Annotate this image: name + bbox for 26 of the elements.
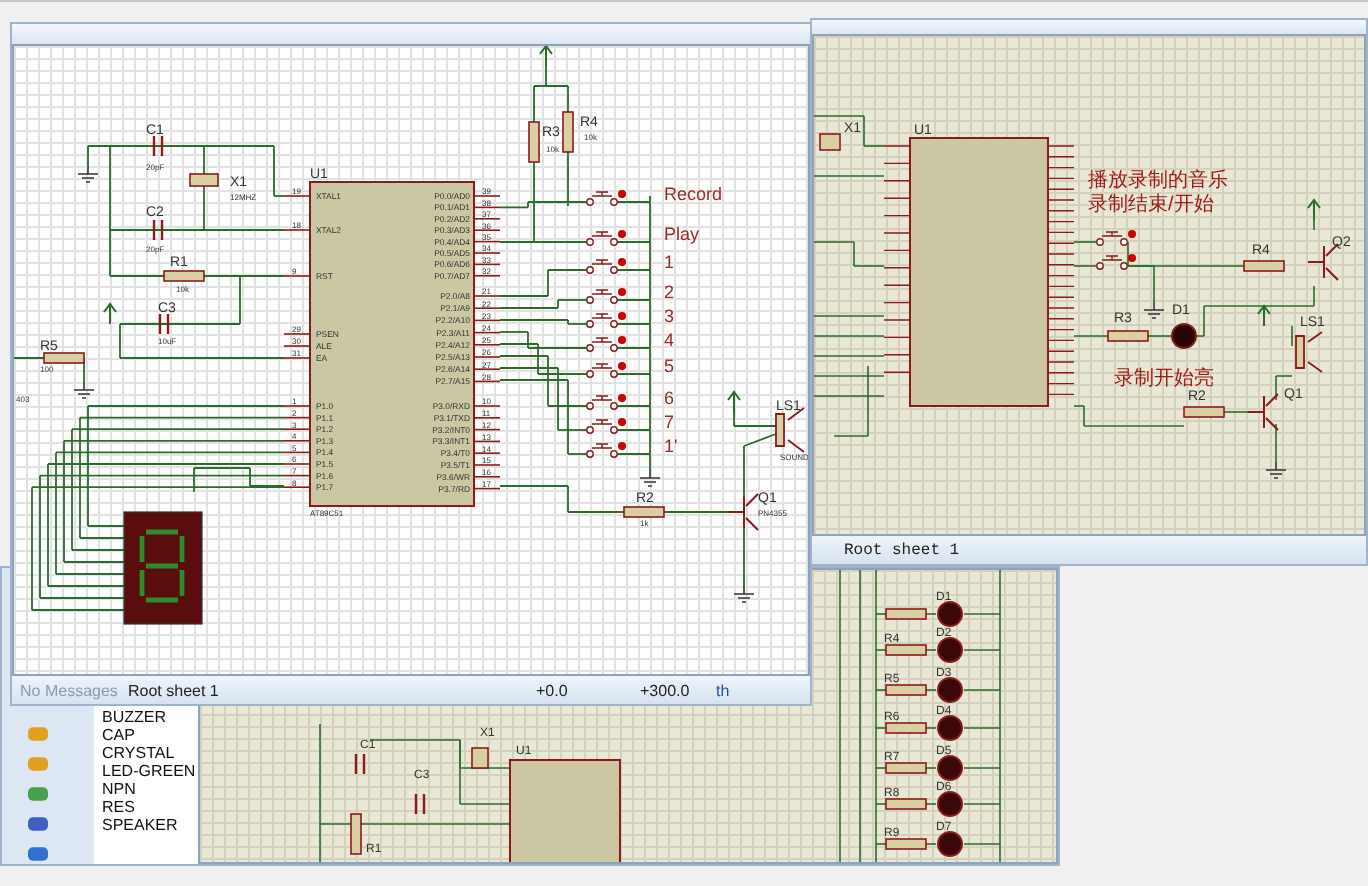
button-label: Play [664,224,700,244]
sheet-name: Root sheet 1 [842,541,962,559]
button-label: 6 [664,388,675,408]
device-item[interactable]: CRYSTAL [102,744,198,762]
device-item[interactable]: RES [102,798,198,816]
button-label: 3 [664,306,675,326]
button-label: 5 [664,356,675,376]
button-label: 4 [664,330,675,350]
annotation-text: 录制结束/开始 [1088,194,1214,216]
button-label: 1' [664,436,678,456]
status-message: No Messages [18,681,120,699]
button-label: 1 [664,252,675,272]
device-item[interactable]: SPEAKER [102,816,198,834]
unit-label: th [714,681,732,699]
annotation-text: 录制开始亮 [1114,368,1214,390]
device-item[interactable]: BUZZER [102,708,198,726]
device-item[interactable]: NPN [102,780,198,798]
device-item[interactable]: CAP [102,726,198,744]
device-item[interactable]: LED-GREEN [102,762,198,780]
y-coordinate: +300.0 [638,681,692,699]
annotation-text: 播放录制的音乐 [1088,170,1228,192]
button-label: 2 [664,282,675,302]
button-label: Record [664,184,723,204]
sheet-name: Root sheet 1 [126,681,221,699]
x-coordinate: +0.0 [534,681,570,699]
button-label: 7 [664,412,675,432]
